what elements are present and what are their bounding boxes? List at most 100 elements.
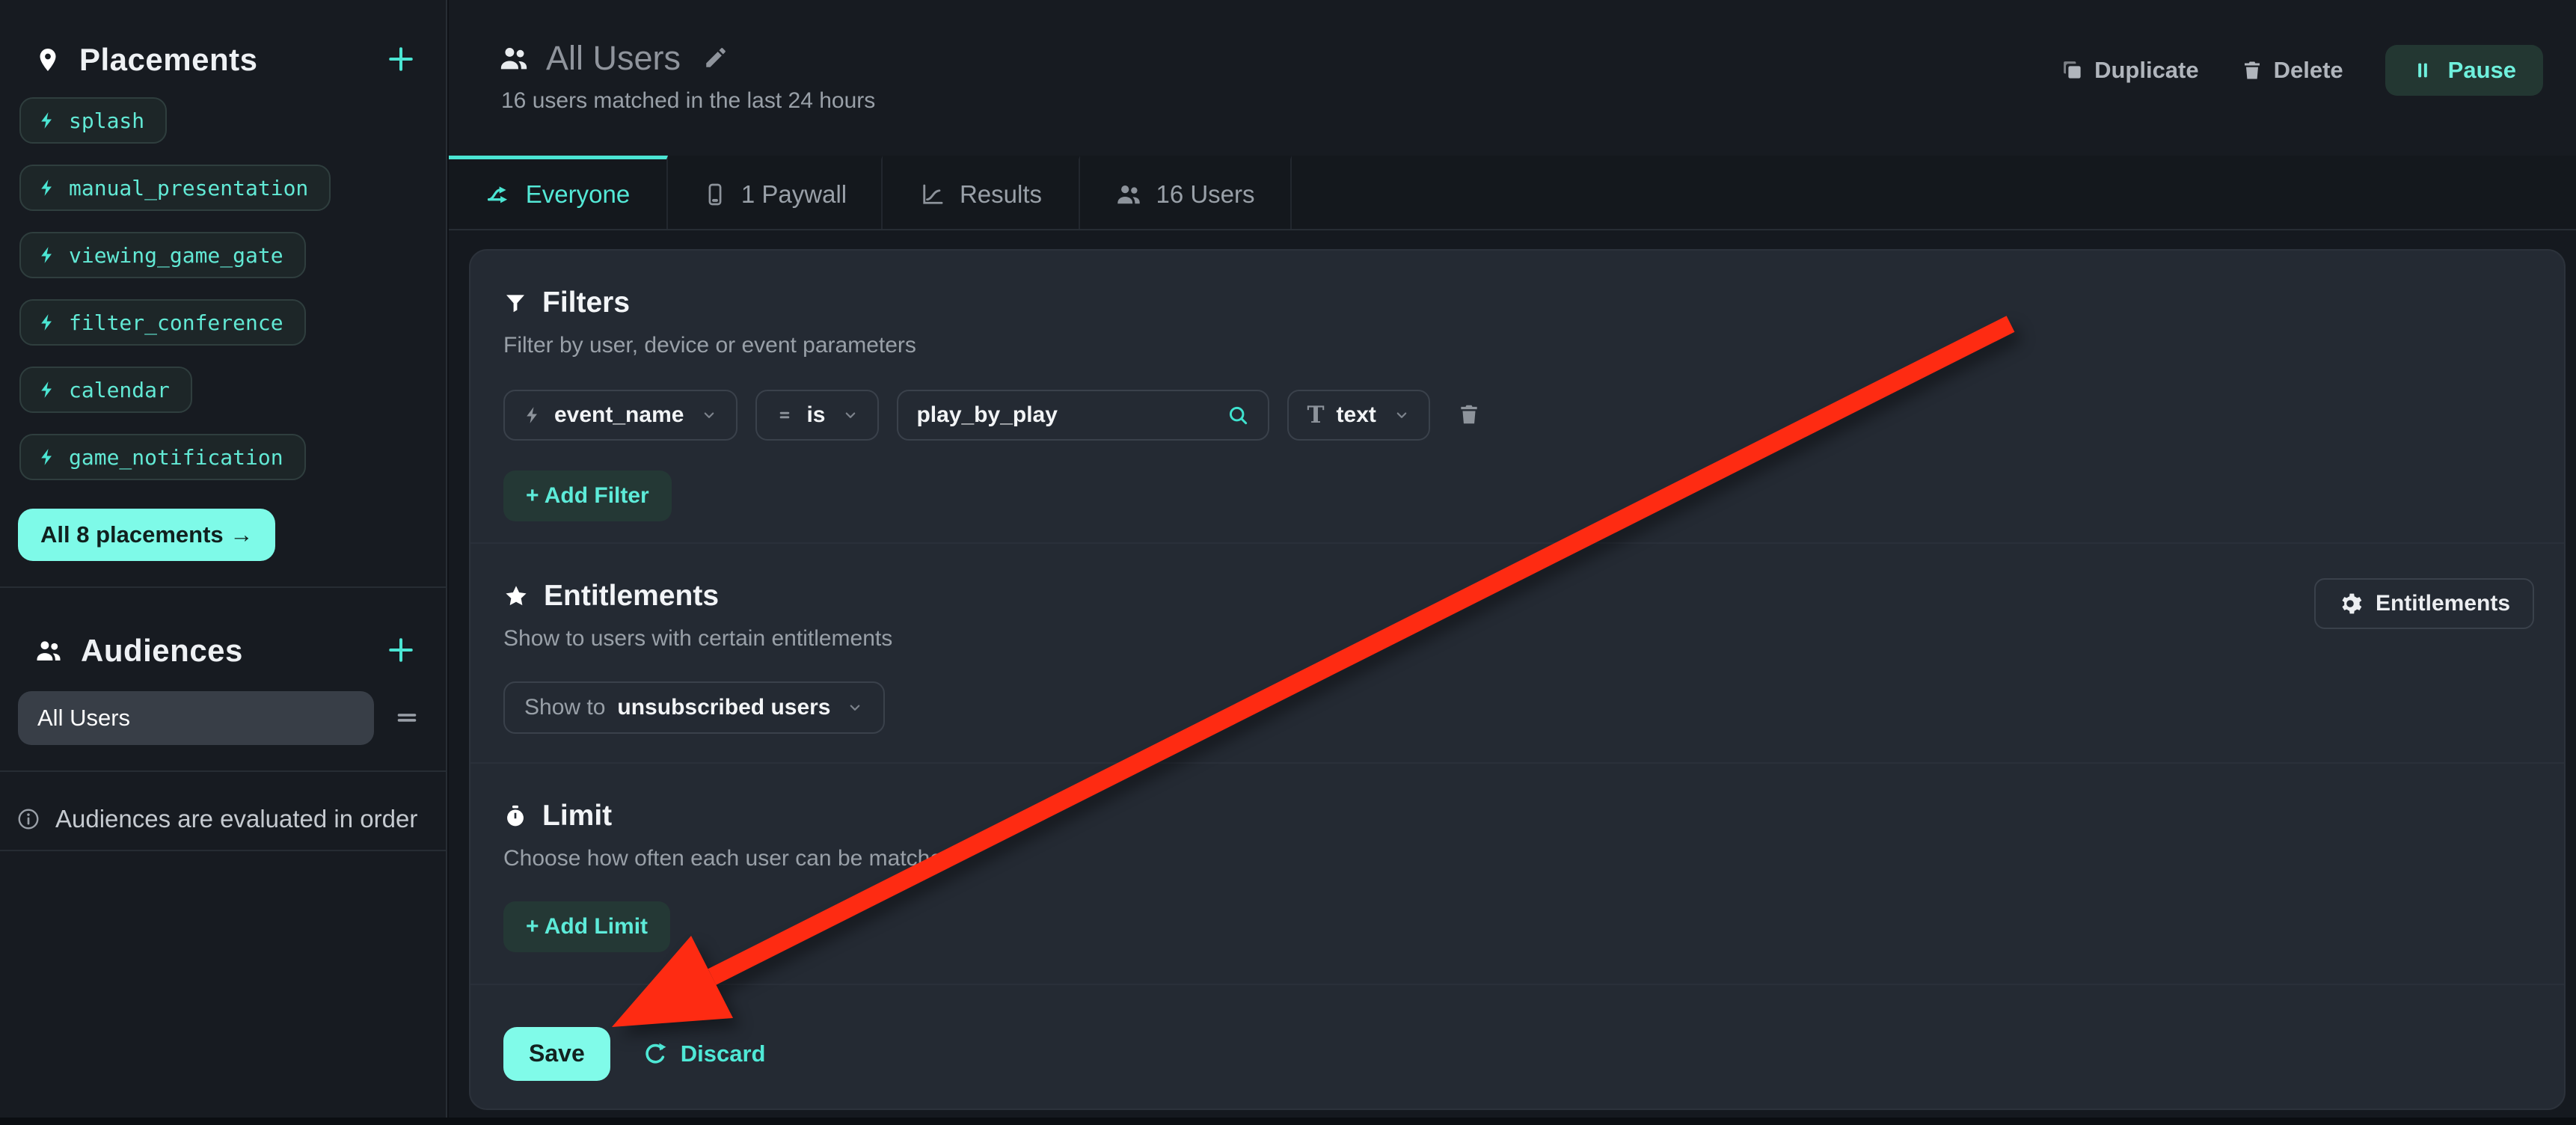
filter-type-dropdown[interactable]: T text — [1287, 390, 1429, 441]
filters-title-row: Filters — [503, 251, 2531, 319]
info-icon — [16, 807, 40, 831]
filter-row: event_name is play_by_play T text — [503, 390, 2531, 441]
bolt-icon — [37, 178, 57, 197]
filter-operator-dropdown[interactable]: is — [755, 390, 879, 441]
entitlements-settings-label: Entitlements — [2376, 591, 2510, 616]
filters-subtitle: Filter by user, device or event paramete… — [503, 333, 2531, 358]
app-root: Placements splash manual_presentation vi… — [0, 0, 2576, 1125]
save-button[interactable]: Save — [503, 1027, 610, 1081]
audience-header: All Users 16 users matched in the last 2… — [449, 0, 2576, 156]
chevron-down-icon — [700, 406, 718, 424]
phone-icon — [702, 182, 728, 207]
placement-pill[interactable]: game_notification — [19, 434, 306, 480]
filter-field-dropdown[interactable]: event_name — [503, 390, 737, 441]
limit-title: Limit — [542, 800, 612, 833]
placement-pill[interactable]: splash — [19, 97, 167, 144]
filter-value-input[interactable]: play_by_play — [897, 390, 1269, 441]
tab-results[interactable]: Results — [883, 156, 1080, 229]
limit-title-row: Limit — [503, 764, 2531, 833]
placements-title: Placements — [79, 42, 367, 78]
bolt-icon — [37, 447, 57, 467]
delete-label: Delete — [2274, 57, 2343, 84]
delete-button[interactable]: Delete — [2241, 57, 2343, 84]
placements-header: Placements — [0, 0, 446, 78]
chart-icon — [919, 181, 946, 208]
show-to-dropdown[interactable]: Show to unsubscribed users — [503, 681, 885, 734]
audience-row: All Users — [0, 669, 446, 745]
page-title: All Users — [546, 39, 681, 78]
add-limit-button[interactable]: + Add Limit — [503, 901, 670, 952]
copy-icon — [2061, 59, 2084, 82]
limit-subtitle: Choose how often each user can be matche… — [503, 846, 2531, 871]
entitlements-settings-button[interactable]: Entitlements — [2314, 578, 2534, 629]
tab-paywall[interactable]: 1 Paywall — [668, 156, 883, 229]
bolt-icon — [37, 245, 57, 265]
placement-label: game_notification — [69, 445, 283, 470]
filter-field-value: event_name — [554, 402, 684, 428]
placement-label: splash — [69, 108, 144, 133]
equals-icon — [775, 405, 794, 425]
tab-everyone[interactable]: Everyone — [449, 156, 668, 229]
chevron-down-icon — [841, 406, 859, 424]
bolt-icon — [37, 380, 57, 399]
filters-section: Filters Filter by user, device or event … — [470, 251, 2564, 542]
placement-pill[interactable]: manual_presentation — [19, 165, 331, 211]
filter-value-text: play_by_play — [916, 402, 1057, 428]
all-placements-button[interactable]: All 8 placements → — [18, 509, 275, 561]
sidebar: Placements splash manual_presentation vi… — [0, 0, 447, 1118]
bolt-icon — [37, 313, 57, 332]
entitlements-subtitle: Show to users with certain entitlements — [503, 626, 2531, 652]
matched-users-subtitle: 16 users matched in the last 24 hours — [501, 88, 875, 114]
add-placement-button[interactable] — [384, 43, 417, 78]
pause-button[interactable]: Pause — [2385, 45, 2543, 96]
add-audience-button[interactable] — [384, 634, 417, 669]
filter-type-value: text — [1337, 402, 1376, 428]
pause-label: Pause — [2448, 57, 2516, 84]
edit-title-button[interactable] — [703, 45, 729, 73]
bottom-strip — [0, 1118, 2576, 1125]
audiences-header: Audiences — [0, 588, 446, 669]
entitlements-title: Entitlements — [544, 580, 719, 613]
audiences-note: Audiences are evaluated in order — [0, 772, 446, 833]
header-actions: Duplicate Delete Pause — [2061, 43, 2543, 97]
delete-filter-button[interactable] — [1457, 402, 1481, 429]
pause-icon — [2412, 60, 2433, 81]
show-to-label: Show to — [524, 695, 605, 720]
trash-icon — [2241, 59, 2263, 82]
discard-label: Discard — [681, 1040, 766, 1067]
timer-icon — [503, 804, 527, 828]
audience-item-all-users[interactable]: All Users — [18, 691, 374, 745]
add-filter-button[interactable]: + Add Filter — [503, 470, 672, 521]
tabbar: Everyone 1 Paywall Results 16 Users — [449, 156, 2576, 230]
pin-icon — [34, 46, 61, 73]
duplicate-label: Duplicate — [2094, 57, 2199, 84]
discard-button[interactable]: Discard — [642, 1040, 766, 1067]
tab-label: 1 Paywall — [741, 180, 847, 209]
filters-title: Filters — [542, 286, 630, 319]
tab-users[interactable]: 16 Users — [1080, 156, 1292, 229]
type-text-icon: T — [1307, 404, 1324, 427]
content-area: Filters Filter by user, device or event … — [449, 230, 2576, 1118]
chevron-down-icon — [1393, 406, 1411, 424]
placement-pill[interactable]: viewing_game_gate — [19, 232, 306, 278]
duplicate-button[interactable]: Duplicate — [2061, 57, 2199, 84]
card-footer: Save Discard — [470, 984, 2564, 1110]
placement-pill[interactable]: filter_conference — [19, 299, 306, 346]
entitlements-section: Entitlements Show to users with certain … — [470, 542, 2564, 762]
tab-label: 16 Users — [1156, 180, 1254, 209]
tab-label: Results — [960, 180, 1042, 209]
users-icon — [1115, 181, 1142, 208]
entitlements-title-row: Entitlements — [503, 544, 2531, 613]
placement-label: viewing_game_gate — [69, 243, 283, 268]
placement-label: calendar — [69, 378, 170, 402]
bolt-icon — [523, 405, 542, 425]
placement-label: manual_presentation — [69, 176, 308, 200]
funnel-icon — [503, 291, 527, 315]
audience-title-row: All Users — [498, 39, 729, 78]
audiences-note-text: Audiences are evaluated in order — [55, 805, 417, 833]
drag-handle-icon[interactable] — [393, 704, 420, 733]
limit-section: Limit Choose how often each user can be … — [470, 762, 2564, 984]
tab-label: Everyone — [526, 180, 630, 209]
placement-pill[interactable]: calendar — [19, 367, 192, 413]
audience-label: All Users — [37, 705, 130, 732]
